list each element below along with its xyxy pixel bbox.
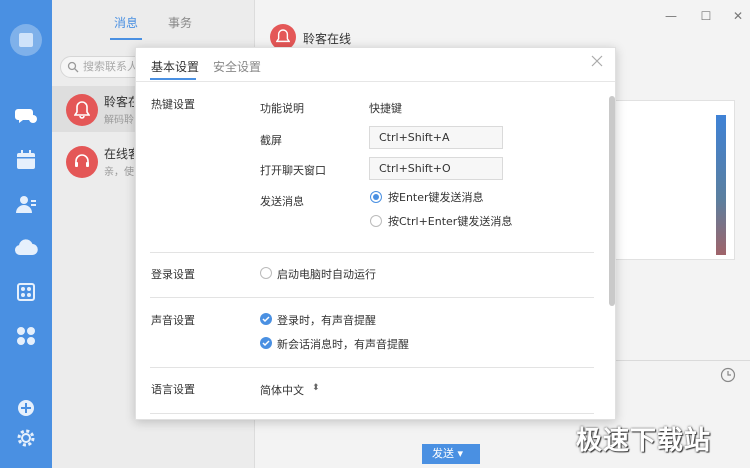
login-sound-label[interactable]: 登录时，有声音提醒	[277, 312, 376, 328]
add-icon[interactable]	[14, 396, 38, 420]
tab-divider	[136, 81, 615, 82]
scrollbar[interactable]	[609, 96, 615, 306]
radio-ctrl-enter-send-label[interactable]: 按Ctrl+Enter键发送消息	[388, 213, 512, 229]
divider	[150, 413, 594, 414]
contacts-icon[interactable]	[14, 192, 38, 216]
user-avatar[interactable]	[10, 24, 42, 56]
headset-icon	[75, 154, 89, 167]
conversation-preview: 解码聆客	[104, 115, 134, 126]
radio-enter-send-label[interactable]: 按Enter键发送消息	[388, 189, 484, 205]
tab-security-settings[interactable]: 安全设置	[213, 58, 261, 75]
watermark-logo: 极速下载站	[576, 426, 712, 456]
conversation-name: 聆客在线	[104, 95, 134, 109]
close-window-button[interactable]: ✕	[732, 10, 744, 22]
divider	[150, 367, 594, 368]
check-icon	[262, 316, 270, 323]
divider	[150, 252, 594, 253]
check-icon	[262, 340, 270, 347]
bell-icon	[276, 29, 290, 43]
send-button[interactable]: 发送 ▾	[422, 444, 480, 464]
bell-icon	[74, 101, 90, 119]
message-sound-label[interactable]: 新会话消息时，有声音提醒	[277, 336, 409, 352]
avatar	[66, 146, 98, 178]
autostart-label[interactable]: 启动电脑时自动运行	[277, 266, 376, 282]
send-label: 发送	[432, 447, 454, 460]
cloud-icon[interactable]	[14, 236, 38, 260]
hotkey-open-chat-field[interactable]: Ctrl+Shift+O	[369, 157, 503, 180]
close-icon[interactable]	[591, 55, 603, 67]
column-shortcut: 快捷键	[369, 102, 402, 115]
chat-bubble-icon[interactable]	[14, 104, 38, 128]
hotkey-label: 截屏	[260, 134, 282, 147]
tab-underline	[110, 38, 142, 40]
chat-header-title: 聆客在线	[303, 32, 352, 46]
grid-icon[interactable]	[14, 324, 38, 348]
section-language: 语言设置	[151, 383, 195, 396]
divider	[150, 297, 594, 298]
radio-ctrl-enter-send[interactable]	[370, 215, 382, 227]
tab-underline	[150, 78, 196, 80]
settings-dialog: 基本设置 安全设置 热键设置 功能说明 快捷键 截屏 Ctrl+Shift+A …	[135, 47, 616, 420]
login-sound-checkbox[interactable]	[260, 313, 272, 325]
hotkey-screenshot-field[interactable]: Ctrl+Shift+A	[369, 126, 503, 149]
search-icon	[67, 61, 79, 73]
message-sound-checkbox[interactable]	[260, 337, 272, 349]
clock-icon[interactable]	[720, 367, 736, 383]
message-card	[615, 100, 735, 260]
conversation-name: 在线客服	[104, 147, 134, 161]
radio-enter-send[interactable]	[370, 191, 382, 203]
maximize-button[interactable]: ☐	[700, 10, 712, 22]
left-rail	[0, 0, 52, 468]
tab-affairs[interactable]: 事务	[168, 14, 192, 31]
send-message-label: 发送消息	[260, 195, 304, 208]
section-hotkey: 热键设置	[151, 98, 195, 111]
hotkey-label: 打开聊天窗口	[260, 164, 326, 177]
avatar	[66, 94, 98, 126]
gear-icon[interactable]	[14, 426, 38, 450]
section-sound: 声音设置	[151, 314, 195, 327]
conversation-tabs: 消息 事务	[52, 0, 255, 42]
section-login: 登录设置	[151, 268, 195, 281]
tab-messages[interactable]: 消息	[114, 14, 138, 31]
apps-icon[interactable]	[14, 280, 38, 304]
minimize-button[interactable]: —	[665, 10, 677, 22]
chevron-updown-icon[interactable]: ⬍	[312, 383, 320, 393]
conversation-preview: 亲，使用	[104, 167, 134, 178]
column-function: 功能说明	[260, 102, 304, 115]
language-select[interactable]: 简体中文	[260, 382, 304, 398]
autostart-checkbox[interactable]	[260, 267, 272, 279]
tab-basic-settings[interactable]: 基本设置	[151, 58, 199, 75]
calendar-icon[interactable]	[14, 148, 38, 172]
